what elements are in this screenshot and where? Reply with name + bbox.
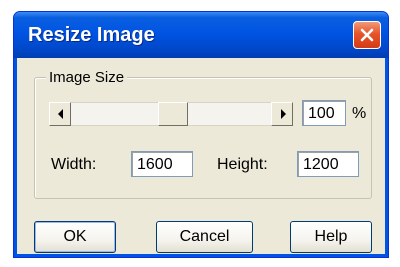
- arrow-left-icon: [58, 109, 63, 119]
- scroll-left-button[interactable]: [49, 102, 71, 126]
- percent-symbol: %: [352, 105, 367, 122]
- image-size-group-label: Image Size: [46, 69, 128, 86]
- scale-percent-input[interactable]: 100: [302, 100, 346, 126]
- help-button[interactable]: Help: [290, 221, 372, 253]
- dialog-title: Resize Image: [28, 24, 155, 46]
- scale-scrollbar[interactable]: [49, 102, 293, 126]
- dialog-body: Image Size 100 % Width: 1600 Height: 120…: [18, 58, 384, 253]
- scroll-right-button[interactable]: [271, 102, 293, 126]
- width-label: Width:: [51, 156, 97, 173]
- close-button[interactable]: [353, 21, 381, 49]
- scroll-thumb[interactable]: [158, 102, 188, 126]
- close-icon: [360, 28, 374, 42]
- cancel-button[interactable]: Cancel: [156, 221, 253, 253]
- ok-button[interactable]: OK: [34, 221, 116, 253]
- title-bar[interactable]: Resize Image: [14, 12, 388, 58]
- height-input[interactable]: 1200: [297, 151, 359, 177]
- height-label: Height:: [217, 156, 268, 173]
- resize-image-dialog: Resize Image Image Size 100 % Width: 160…: [13, 11, 389, 258]
- image-size-group: [34, 77, 372, 199]
- arrow-right-icon: [281, 109, 286, 119]
- width-input[interactable]: 1600: [131, 151, 193, 177]
